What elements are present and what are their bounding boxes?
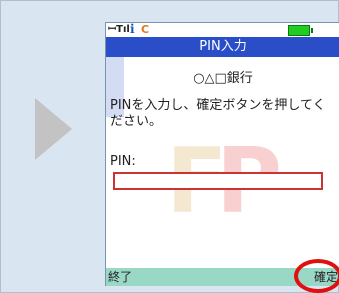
confirm-highlight-circle — [294, 259, 339, 293]
i-mode-icon: i — [130, 22, 135, 36]
pin-input[interactable] — [113, 172, 323, 190]
screen-title: PIN入力 — [106, 37, 339, 57]
phone-screen: ꟷTıl i C PIN入力 F P ○△□銀行 PINを入力し、確定ボタンを押… — [105, 22, 339, 286]
bank-name: ○△□銀行 — [193, 71, 253, 86]
c-icon: C — [141, 23, 150, 36]
pin-label: PIN: — [110, 154, 136, 169]
play-arrow-icon — [35, 98, 72, 160]
exit-softkey[interactable]: 終了 — [108, 269, 132, 285]
battery-icon — [288, 25, 313, 36]
screen-content: F P ○△□銀行 PINを入力し、確定ボタンを押してください。 PIN: — [106, 57, 339, 268]
instruction-text: PINを入力し、確定ボタンを押してください。 — [110, 98, 326, 129]
instruction-panel: ꟷTıl i C PIN入力 F P ○△□銀行 PINを入力し、確定ボタンを押… — [0, 0, 339, 293]
status-bar: ꟷTıl i C — [106, 23, 339, 37]
antenna-signal-icon: ꟷTıl — [108, 24, 130, 35]
